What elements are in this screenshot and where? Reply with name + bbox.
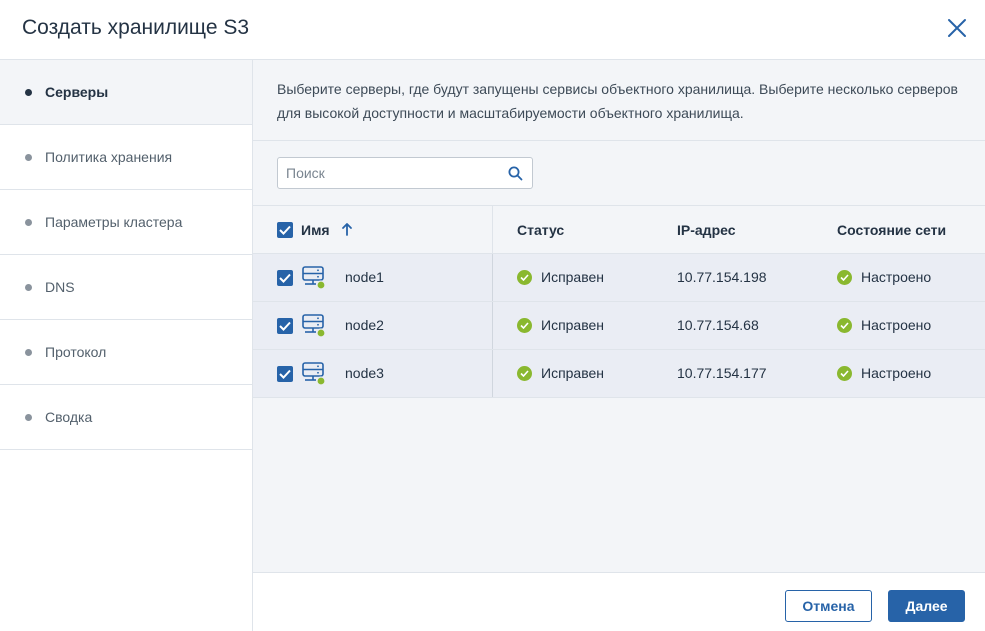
column-divider [492,254,493,301]
step-dot [25,414,32,421]
check-circle-icon [517,317,532,333]
select-all-checkbox[interactable] [277,222,293,238]
step-dns[interactable]: DNS [0,255,252,320]
column-divider [492,206,493,253]
table-header: Имя Статус IP-адрес Состояние сети [253,205,985,254]
node-network-state: Настроено [837,317,931,333]
search-box[interactable] [277,157,533,189]
next-button[interactable]: Далее [888,590,965,622]
check-circle-icon [517,269,532,285]
step-protocol[interactable]: Протокол [0,320,252,385]
sort-ascending-icon[interactable] [341,222,353,236]
column-network[interactable]: Состояние сети [837,222,946,238]
node-status: Исправен [517,317,604,333]
server-icon [302,266,326,290]
column-status[interactable]: Статус [517,222,564,238]
step-label: Протокол [45,344,107,360]
column-divider [492,350,493,397]
servers-table: Имя Статус IP-адрес Состояние сети node1 [253,205,985,398]
step-label: DNS [45,279,75,295]
step-dot [25,284,32,291]
step-servers[interactable]: Серверы [0,60,252,125]
node-ip: 10.77.154.198 [677,269,767,285]
network-label: Настроено [861,317,932,333]
main-panel: Выберите серверы, где будут запущены сер… [253,60,985,572]
node-name: node1 [345,269,384,285]
step-label: Серверы [45,84,109,100]
check-circle-icon [837,269,852,285]
table-row[interactable]: node3 Исправен 10.77.154.177 Настроено [253,350,985,398]
row-checkbox[interactable] [277,318,293,334]
node-ip: 10.77.154.177 [677,365,767,381]
dialog-header: Создать хранилище S3 [0,0,985,60]
node-name: node3 [345,365,384,381]
step-storage-policy[interactable]: Политика хранения [0,125,252,190]
step-dot [25,89,32,96]
step-summary[interactable]: Сводка [0,385,252,450]
row-checkbox[interactable] [277,270,293,286]
status-label: Исправен [541,317,605,333]
step-cluster-params[interactable]: Параметры кластера [0,190,252,255]
dialog-footer: Отмена Далее [253,572,985,631]
network-label: Настроено [861,365,932,381]
column-name[interactable]: Имя [301,222,330,238]
search-input[interactable] [286,165,496,181]
node-status: Исправен [517,365,604,381]
close-icon[interactable] [947,18,967,38]
check-circle-icon [837,365,852,381]
node-name: node2 [345,317,384,333]
status-label: Исправен [541,365,605,381]
row-checkbox[interactable] [277,366,293,382]
check-circle-icon [837,317,852,333]
table-row[interactable]: node1 Исправен 10.77.154.198 Настроено [253,254,985,302]
dialog-title: Создать хранилище S3 [22,16,250,39]
step-dot [25,349,32,356]
step-dot [25,154,32,161]
cancel-button[interactable]: Отмена [785,590,872,622]
step-dot [25,219,32,226]
server-icon [302,362,326,386]
node-ip: 10.77.154.68 [677,317,759,333]
network-label: Настроено [861,269,932,285]
search-icon[interactable] [508,166,523,181]
node-network-state: Настроено [837,269,931,285]
step-label: Политика хранения [45,149,173,165]
check-circle-icon [517,365,532,381]
column-ip[interactable]: IP-адрес [677,222,736,238]
node-network-state: Настроено [837,365,931,381]
status-label: Исправен [541,269,605,285]
column-divider [492,302,493,349]
servers-description: Выберите серверы, где будут запущены сер… [253,60,985,141]
step-label: Сводка [45,409,93,425]
wizard-steps: Серверы Политика хранения Параметры клас… [0,60,253,631]
node-status: Исправен [517,269,604,285]
step-label: Параметры кластера [45,214,183,230]
server-icon [302,314,326,338]
table-row[interactable]: node2 Исправен 10.77.154.68 Настроено [253,302,985,350]
